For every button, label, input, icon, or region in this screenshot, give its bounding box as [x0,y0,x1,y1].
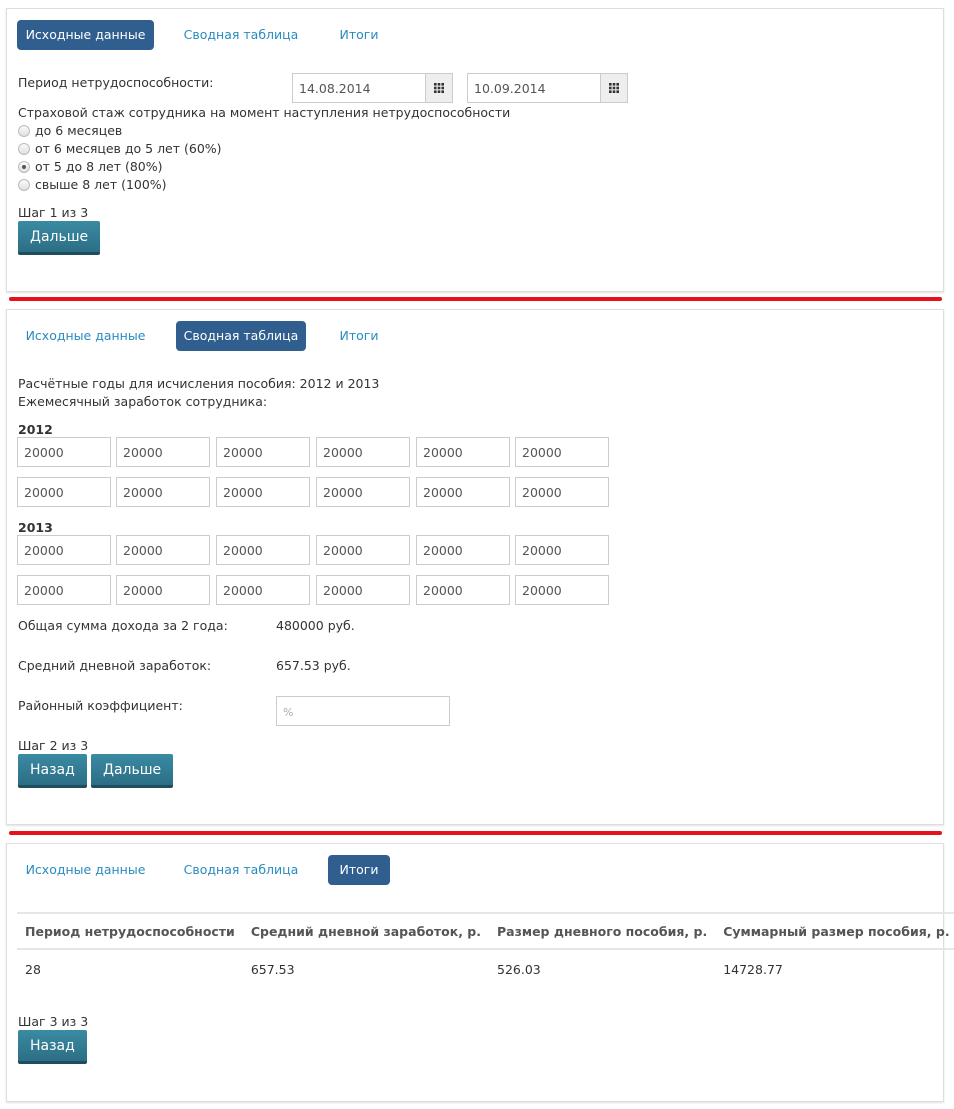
year-1-heading: 2012 [18,422,53,437]
step3-panel: Исходные данные Сводная таблица Итоги Пе… [6,843,954,1102]
month-input[interactable] [316,575,410,605]
radio-option-4[interactable] [18,179,30,191]
total-income-value: 480000 руб. [276,618,355,633]
next-button[interactable]: Дальше [91,754,174,788]
back-button[interactable]: Назад [18,754,87,788]
regional-coef-label: Районный коэффициент: [18,698,183,713]
month-input[interactable] [416,477,510,507]
tab-summary-table[interactable]: Сводная таблица [176,855,306,885]
month-input[interactable] [515,477,609,507]
tab-source-data[interactable]: Исходные данные [17,20,154,50]
cell-avg-daily: 657.53 [250,961,295,977]
month-input[interactable] [116,575,210,605]
month-input[interactable] [316,477,410,507]
month-input[interactable] [116,477,210,507]
month-input[interactable] [416,437,510,467]
month-input[interactable] [316,437,410,467]
month-input[interactable] [116,437,210,467]
results-table: Период нетрудоспособности Средний дневно… [17,912,954,988]
radio-option-3[interactable] [18,161,30,173]
tab-results[interactable]: Итоги [328,321,390,351]
years-text: Расчётные годы для исчисления пособия: 2… [18,376,380,391]
step-indicator: Шаг 2 из 3 [18,738,89,753]
month-input[interactable] [515,535,609,565]
calendar-icon [609,83,619,93]
step1-panel: Исходные данные Сводная таблица Итоги Пе… [6,8,944,292]
divider-1 [9,297,942,301]
calendar-icon [434,83,444,93]
radio-option-1[interactable] [18,125,30,137]
radio-label-4: свыше 8 лет (100%) [35,177,167,192]
radio-label-2: от 6 месяцев до 5 лет (60%) [35,141,222,156]
date-to-input[interactable] [467,73,601,103]
avg-daily-label: Средний дневной заработок: [18,658,212,673]
date-to-calendar-button[interactable] [600,73,628,103]
tab-source-data[interactable]: Исходные данные [17,855,154,885]
radio-label-1: до 6 месяцев [35,123,123,138]
insurance-label: Страховой стаж сотрудника на момент наст… [18,105,511,120]
month-input[interactable] [416,535,510,565]
month-input[interactable] [17,575,111,605]
next-button[interactable]: Дальше [18,221,101,255]
month-input[interactable] [416,575,510,605]
col-header-daily-benefit: Размер дневного пособия, р. [489,912,716,950]
table-header-row: Период нетрудоспособности Средний дневно… [17,912,954,950]
radio-option-2[interactable] [18,143,30,155]
tab-summary-table[interactable]: Сводная таблица [176,20,306,50]
month-input[interactable] [316,535,410,565]
total-income-label: Общая сумма дохода за 2 года: [18,618,228,633]
avg-daily-value: 657.53 руб. [276,658,351,673]
month-input[interactable] [216,535,310,565]
col-header-period: Период нетрудоспособности [17,912,243,950]
cell-daily-benefit: 526.03 [497,961,541,977]
step-indicator: Шаг 3 из 3 [18,1014,89,1029]
month-input[interactable] [216,437,310,467]
regional-coef-input[interactable] [276,696,450,726]
month-input[interactable] [116,535,210,565]
year-2-heading: 2013 [18,520,53,535]
col-header-avg-daily: Средний дневной заработок, р. [242,912,489,950]
col-header-total-benefit: Суммарный размер пособия, р. [715,912,954,950]
month-input[interactable] [515,437,609,467]
radio-label-3: от 5 до 8 лет (80%) [35,159,163,174]
cell-period: 28 [25,961,41,977]
tab-summary-table[interactable]: Сводная таблица [176,321,306,351]
cell-total-benefit: 14728.77 [723,961,783,977]
monthly-label: Ежемесячный заработок сотрудника: [18,394,268,409]
month-input[interactable] [216,477,310,507]
divider-2 [9,831,942,835]
tab-source-data[interactable]: Исходные данные [17,321,154,351]
tab-results[interactable]: Итоги [328,855,390,885]
table-row: 28 657.53 526.03 14728.77 [17,949,954,988]
tab-results[interactable]: Итоги [328,20,390,50]
date-from-input[interactable] [292,73,426,103]
month-input[interactable] [17,535,111,565]
step2-panel: Исходные данные Сводная таблица Итоги Ра… [6,309,944,825]
month-input[interactable] [17,437,111,467]
month-input[interactable] [515,575,609,605]
step-indicator: Шаг 1 из 3 [18,205,89,220]
date-from-calendar-button[interactable] [425,73,453,103]
back-button[interactable]: Назад [18,1030,87,1064]
month-input[interactable] [17,477,111,507]
month-input[interactable] [216,575,310,605]
period-label: Период нетрудоспособности: [18,75,214,90]
